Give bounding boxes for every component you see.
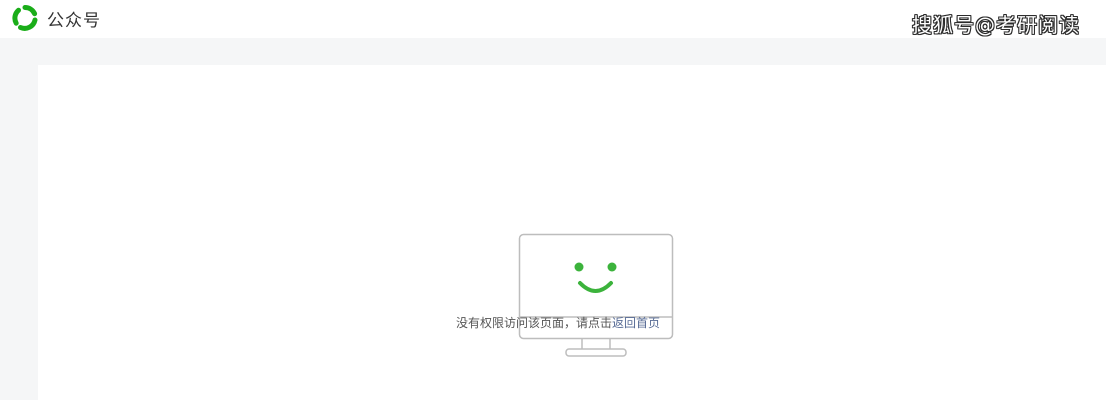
message-text: 没有权限访问该页面，请点击 xyxy=(455,316,612,330)
brand-title: 公众号 xyxy=(47,10,101,31)
smiling-monitor-icon xyxy=(518,233,674,357)
brand-home-link[interactable]: 公众号 xyxy=(12,5,101,31)
content-panel xyxy=(38,65,1106,400)
no-permission-message: 没有权限访问该页面，请点击返回首页 xyxy=(0,314,1106,331)
wechat-official-account-logo-icon xyxy=(12,5,38,31)
top-bar: 公众号 搜狐号@考研阅读 xyxy=(0,0,1106,38)
back-to-home-link[interactable]: 返回首页 xyxy=(612,316,660,330)
watermark-text: 搜狐号@考研阅读 xyxy=(912,13,1080,37)
